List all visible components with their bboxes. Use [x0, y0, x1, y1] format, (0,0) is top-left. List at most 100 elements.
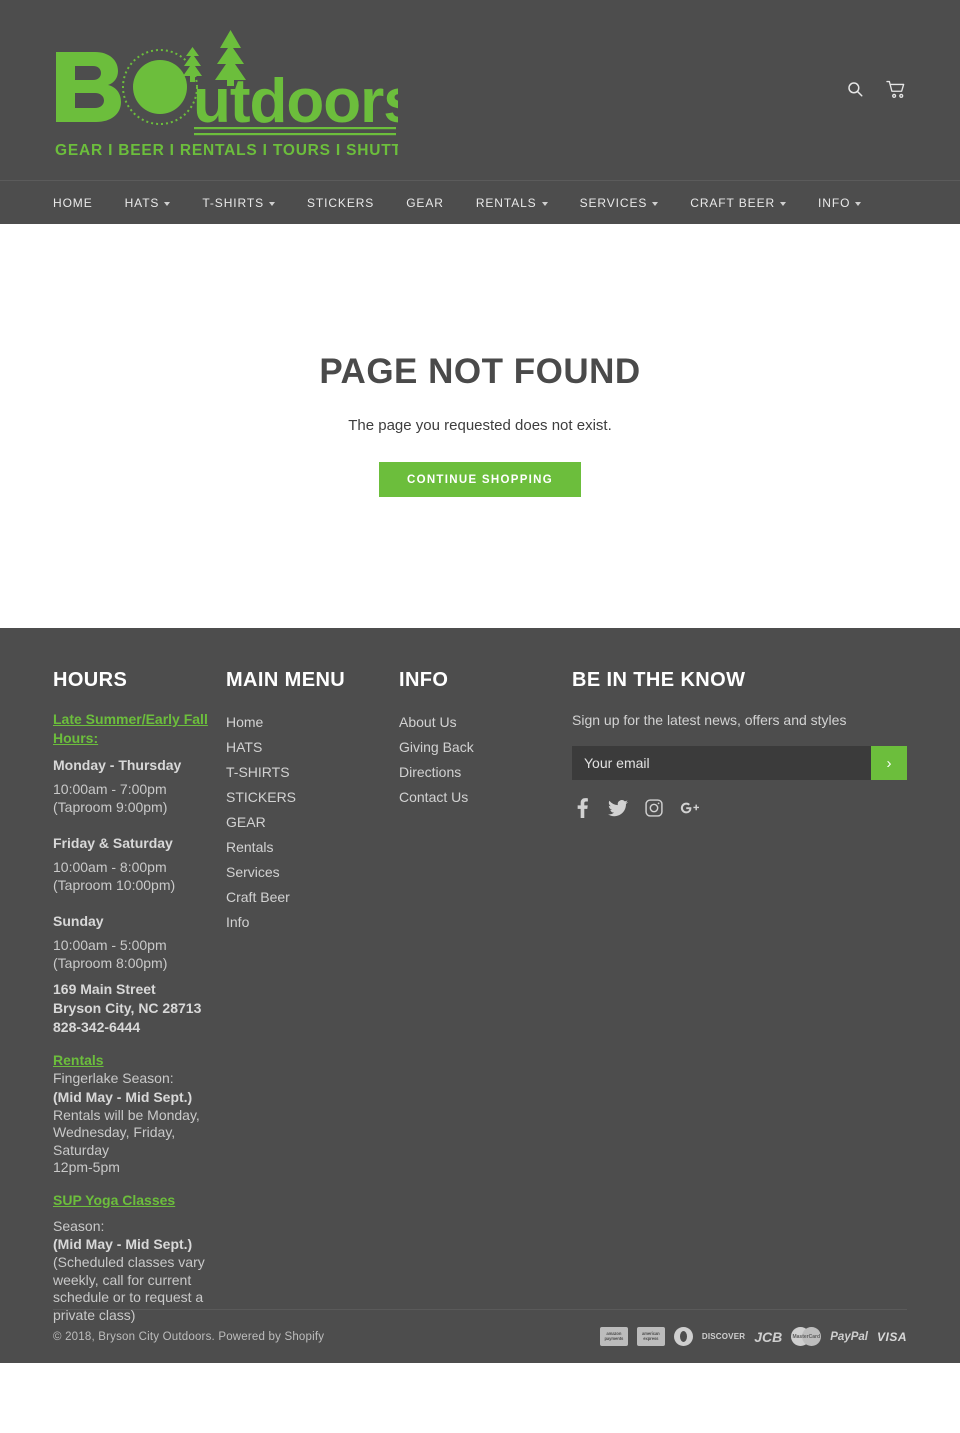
footer-link-hats[interactable]: HATS	[226, 735, 399, 760]
continue-shopping-button[interactable]: Continue shopping	[378, 462, 582, 497]
footer-link-t-shirts[interactable]: T-SHIRTS	[226, 760, 399, 785]
rentals-hours: 12pm-5pm	[53, 1159, 120, 1175]
chevron-down-icon	[780, 201, 787, 206]
header-icon-group	[844, 78, 907, 100]
instagram-icon[interactable]	[644, 798, 664, 818]
cart-icon[interactable]	[885, 78, 907, 100]
main-content: PAGE NOT FOUND The page you requested do…	[0, 224, 960, 628]
hours-taproom-monday-thursday: (Taproom 9:00pm)	[53, 798, 168, 815]
footer-bottom-bar: © 2018, Bryson City Outdoors. Powered by…	[53, 1309, 907, 1363]
copyright-text: © 2018, Bryson City Outdoors. Powered by…	[53, 1330, 325, 1343]
footer-column-main-menu: MAIN MENU Home HATS T-SHIRTS STICKERS GE…	[226, 668, 399, 935]
site-logo[interactable]: utdoors GEAR I BEER I RENTALS I TOURS I …	[53, 14, 398, 166]
newsletter-subtitle: Sign up for the latest news, offers and …	[572, 712, 847, 728]
page-title: PAGE NOT FOUND	[319, 352, 641, 391]
footer-link-about-us[interactable]: About Us	[399, 710, 572, 735]
footer-hours-title: HOURS	[53, 669, 128, 691]
nav-item-label: HATS	[124, 195, 160, 210]
main-navigation: HOME HATS T-SHIRTS STICKERS GEAR RENTALS…	[0, 180, 960, 224]
amazon-payments-label: amazon payments	[599, 1327, 628, 1346]
mastercard-icon: MasterCard	[791, 1327, 822, 1346]
nav-item-label: T-SHIRTS	[202, 195, 264, 210]
phone-number[interactable]: 828-342-6444	[53, 1018, 226, 1037]
chevron-down-icon	[268, 201, 275, 206]
newsletter-email-input[interactable]	[572, 746, 871, 780]
hours-day-monday-thursday: Monday - Thursday	[53, 757, 182, 773]
jcb-icon: JCB	[754, 1328, 783, 1345]
newsletter-submit-button[interactable]: ›	[871, 746, 907, 780]
newsletter-title: BE IN THE KNOW	[572, 669, 746, 691]
mastercard-label: MasterCard	[792, 1333, 820, 1340]
discover-icon: DISCOVER	[701, 1332, 746, 1341]
payment-methods: amazon payments american express DISCOVE…	[599, 1327, 907, 1346]
nav-item-rentals[interactable]: RENTALS	[460, 196, 564, 210]
svg-text:GEAR I BEER I RENTALS I TOURS: GEAR I BEER I RENTALS I TOURS I SHUTTLE	[55, 142, 398, 159]
sup-yoga-link[interactable]: SUP Yoga Classes	[53, 1191, 226, 1210]
footer-main-menu-title: MAIN MENU	[226, 669, 346, 691]
footer-column-hours: HOURS Late Summer/Early Fall Hours: Mond…	[53, 668, 226, 1324]
nav-list: HOME HATS T-SHIRTS STICKERS GEAR RENTALS…	[53, 196, 877, 210]
chevron-down-icon	[652, 201, 659, 206]
chevron-down-icon	[541, 201, 548, 206]
chevron-down-icon	[855, 201, 862, 206]
nav-item-hats[interactable]: HATS	[109, 196, 187, 210]
nav-item-label: RENTALS	[475, 195, 537, 210]
address-line-1: 169 Main Street	[53, 981, 156, 997]
address-line-2: Bryson City, NC 28713	[53, 1000, 202, 1016]
nav-item-home[interactable]: HOME	[53, 196, 109, 210]
hours-day-friday-saturday: Friday & Saturday	[53, 835, 173, 851]
google-plus-icon[interactable]	[680, 798, 700, 818]
rentals-link[interactable]: Rentals	[53, 1051, 226, 1070]
amazon-payments-icon: amazon payments	[599, 1327, 628, 1346]
footer-columns: HOURS Late Summer/Early Fall Hours: Mond…	[53, 668, 907, 1324]
site-header: utdoors GEAR I BEER I RENTALS I TOURS I …	[0, 0, 960, 180]
nav-item-label: GEAR	[406, 195, 444, 210]
sup-note-line-2: weekly, call for current	[53, 1271, 192, 1288]
nav-item-label: CRAFT BEER	[690, 195, 776, 210]
hours-day-sunday: Sunday	[53, 913, 104, 929]
footer-info-title: INFO	[399, 669, 449, 691]
hours-time-sunday: 10:00am - 5:00pm	[53, 937, 167, 953]
chevron-down-icon	[164, 201, 171, 206]
footer-link-giving-back[interactable]: Giving Back	[399, 735, 572, 760]
nav-item-label: SERVICES	[579, 195, 648, 210]
hours-taproom-friday-saturday: (Taproom 10:00pm)	[53, 876, 176, 893]
american-express-label: american express	[636, 1327, 665, 1346]
footer-link-craft-beer[interactable]: Craft Beer	[226, 885, 399, 910]
nav-item-label: STICKERS	[306, 195, 375, 210]
facebook-icon[interactable]	[572, 798, 592, 818]
diners-club-icon	[673, 1327, 693, 1346]
footer-link-home[interactable]: Home	[226, 710, 399, 735]
site-footer: HOURS Late Summer/Early Fall Hours: Mond…	[0, 628, 960, 1363]
nav-item-label: HOME	[53, 195, 93, 210]
rentals-season-dates: (Mid May - Mid Sept.)	[53, 1088, 193, 1105]
footer-link-rentals[interactable]: Rentals	[226, 835, 399, 860]
svg-text:utdoors: utdoors	[193, 67, 398, 136]
twitter-icon[interactable]	[608, 798, 628, 818]
footer-column-info: INFO About Us Giving Back Directions Con…	[399, 668, 572, 810]
nav-item-craft-beer[interactable]: CRAFT BEER	[674, 196, 802, 210]
footer-link-contact-us[interactable]: Contact Us	[399, 785, 572, 810]
hours-seasonal-link[interactable]: Late Summer/Early Fall Hours:	[53, 710, 226, 748]
nav-item-gear[interactable]: GEAR	[390, 196, 460, 210]
sup-season-label: Season:	[53, 1217, 105, 1234]
footer-link-services[interactable]: Services	[226, 860, 399, 885]
nav-item-t-shirts[interactable]: T-SHIRTS	[186, 196, 291, 210]
rentals-days-line-1: Rentals will be Monday,	[53, 1106, 200, 1123]
rentals-days-line-2: Wednesday, Friday,	[53, 1124, 176, 1140]
social-links	[572, 798, 907, 818]
nav-item-services[interactable]: SERVICES	[564, 196, 675, 210]
nav-item-info[interactable]: INFO	[802, 196, 877, 210]
american-express-icon: american express	[636, 1327, 665, 1346]
footer-link-info[interactable]: Info	[226, 910, 399, 935]
rentals-days-line-3: Saturday	[53, 1141, 110, 1158]
nav-item-stickers[interactable]: STICKERS	[291, 196, 390, 210]
footer-link-gear[interactable]: GEAR	[226, 810, 399, 835]
footer-link-stickers[interactable]: STICKERS	[226, 785, 399, 810]
hours-taproom-sunday: (Taproom 8:00pm)	[53, 954, 168, 971]
footer-link-directions[interactable]: Directions	[399, 760, 572, 785]
hours-time-friday-saturday: 10:00am - 8:00pm	[53, 859, 167, 875]
page-subtitle: The page you requested does not exist.	[348, 417, 612, 434]
footer-column-newsletter: BE IN THE KNOW Sign up for the latest ne…	[572, 668, 907, 818]
search-icon[interactable]	[844, 78, 866, 100]
